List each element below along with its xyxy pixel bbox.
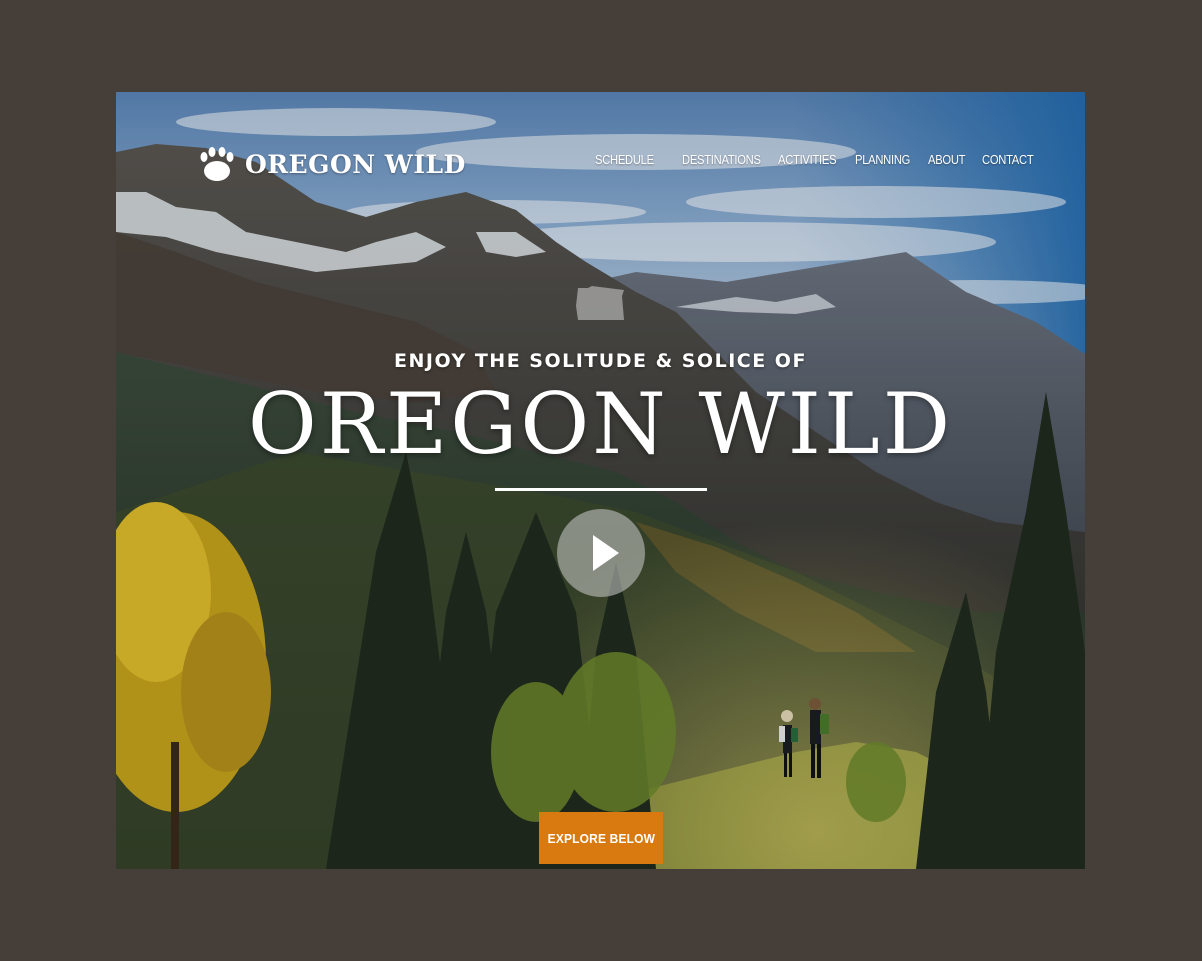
nav-item-destinations[interactable]: DESTINATIONS xyxy=(682,152,761,167)
site-logo[interactable]: OREGON WILD xyxy=(197,144,466,184)
play-icon xyxy=(593,535,619,571)
hero-divider xyxy=(495,488,707,491)
play-video-button[interactable] xyxy=(557,509,645,597)
nav-item-schedule[interactable]: SCHEDULE xyxy=(595,152,654,167)
oregon-state-icon xyxy=(576,286,624,320)
hero-subtitle: ENJOY THE SOLITUDE & SOLICE OF xyxy=(394,350,807,372)
main-nav: SCHEDULE DESTINATIONS ACTIVITIES PLANNIN… xyxy=(595,152,1042,167)
hero-section: OREGON WILD SCHEDULE DESTINATIONS ACTIVI… xyxy=(116,92,1085,869)
explore-below-label: EXPLORE BELOW xyxy=(547,830,655,846)
nav-item-contact[interactable]: CONTACT xyxy=(982,152,1034,167)
nav-item-about[interactable]: ABOUT xyxy=(928,152,965,167)
explore-below-button[interactable]: EXPLORE BELOW xyxy=(539,812,663,864)
hero-title: OREGON WILD xyxy=(247,375,954,473)
nav-item-activities[interactable]: ACTIVITIES xyxy=(778,152,837,167)
nav-item-planning[interactable]: PLANNING xyxy=(855,152,910,167)
hero-background-image xyxy=(116,92,1085,869)
paw-print-icon xyxy=(200,147,234,181)
logo-text: OREGON WILD xyxy=(245,149,466,179)
